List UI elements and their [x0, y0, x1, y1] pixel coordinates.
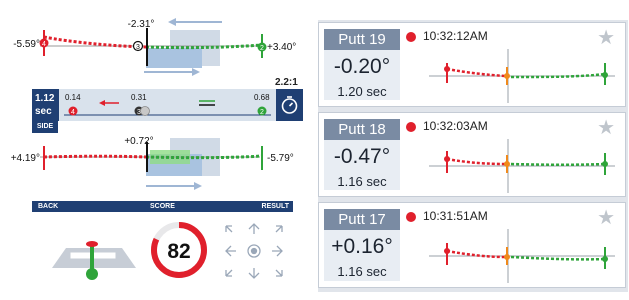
timeline-track: 0.14 0.31 0.68 4 3 2 — [64, 93, 271, 116]
record-dot-icon — [406, 212, 416, 222]
putt-summary: Putt 18 -0.47° 1.16 sec — [324, 119, 400, 190]
arrow-down-icon[interactable] — [248, 268, 260, 279]
record-dot-icon — [406, 122, 416, 132]
putt-angle: -0.20° — [333, 55, 391, 78]
side-right-angle: -5.79° — [267, 153, 294, 164]
result-button[interactable]: RESULT — [262, 201, 289, 212]
putt-card[interactable]: Putt 17 +0.16° 1.16 sec 10:31:51AM ★ — [318, 202, 626, 288]
putt-title: Putt 19 — [324, 29, 400, 50]
putt-duration: 1.16 sec — [337, 264, 387, 279]
putt-summary: Putt 19 -0.20° 1.20 sec — [324, 29, 400, 100]
timeline-bar[interactable]: 1.12 sec 0.14 0.31 0.68 4 3 2 — [32, 89, 303, 121]
view-direction-pad — [225, 223, 283, 279]
putter-grip-shape — [86, 241, 98, 247]
tempo-ratio: 2.2:1 — [275, 77, 298, 88]
record-dot-icon — [406, 32, 416, 42]
putt-title: Putt 18 — [324, 119, 400, 140]
timeline-mark-left: 0.14 — [65, 93, 81, 102]
putt-stroke-chart — [429, 229, 615, 283]
arrow-right-icon[interactable] — [272, 245, 283, 257]
putt-timestamp: 10:31:51AM — [423, 209, 488, 223]
result-nav-bar: BACK SCORE RESULT — [32, 201, 293, 212]
putt-angle: +0.16° — [331, 235, 393, 258]
marker-2-label: 2 — [260, 45, 264, 52]
back-arrow-head-icon — [192, 68, 200, 76]
side-arrow-head-icon — [194, 182, 202, 190]
backstroke-zone — [146, 48, 202, 68]
putt-stroke-chart — [429, 49, 615, 103]
putt-angle: -0.47° — [333, 145, 391, 168]
arrow-left-icon[interactable] — [225, 245, 236, 257]
stroke-time-box: 1.12 sec — [32, 89, 59, 121]
putt-timestamp: 10:32:03AM — [423, 119, 488, 133]
top-left-angle: -5.59° — [13, 39, 40, 50]
putt-duration: 1.20 sec — [337, 84, 387, 99]
rotate-up-right-icon[interactable] — [275, 225, 283, 233]
score-value: 82 — [167, 240, 190, 263]
score-tab[interactable]: SCORE — [150, 201, 175, 212]
timeline-marker-4-label: 4 — [71, 109, 75, 116]
putter-ball-icon — [86, 268, 98, 280]
favorite-star-icon[interactable]: ★ — [597, 205, 615, 230]
top-right-angle: +3.40° — [267, 42, 296, 53]
side-backstroke-trace-red — [43, 154, 147, 159]
putt-card[interactable]: Putt 19 -0.20° 1.20 sec 10:32:12AM ★ — [318, 22, 626, 107]
side-putter-path-view: +4.19° +0.72° -5.79° — [11, 136, 294, 190]
timeline-mark-right: 0.68 — [254, 93, 270, 102]
timer-button[interactable] — [276, 89, 303, 121]
putt-title: Putt 17 — [324, 209, 400, 230]
putt-summary: Putt 17 +0.16° 1.16 sec — [324, 209, 400, 281]
arrow-up-icon[interactable] — [248, 223, 260, 234]
rotate-down-right-icon[interactable] — [275, 269, 283, 277]
putt-card[interactable]: Putt 18 -0.47° 1.16 sec 10:32:03AM ★ — [318, 112, 626, 197]
favorite-star-icon[interactable]: ★ — [597, 115, 615, 140]
top-center-angle: -2.31° — [128, 19, 155, 30]
score-gauge: 82 — [151, 222, 207, 278]
timeline-mark-center: 0.31 — [131, 93, 147, 102]
side-center-angle: +0.72° — [124, 136, 153, 147]
putt-duration: 1.16 sec — [337, 174, 387, 189]
timeline-playhead-icon[interactable] — [140, 106, 150, 116]
putting-analysis-app: 4 3 2 -5.59° -2.31° +3.40° 2.2:1 1.12 se… — [0, 0, 629, 300]
marker-3-label: 3 — [136, 44, 140, 51]
timeline-marker-2-label: 2 — [260, 109, 264, 116]
backswing-arrow-head-icon — [99, 100, 105, 106]
forward-arrow-head-icon — [168, 18, 176, 26]
favorite-star-icon[interactable]: ★ — [597, 25, 615, 50]
stroke-time-unit: sec — [35, 106, 52, 117]
side-left-angle: +4.19° — [11, 153, 40, 164]
stopwatch-icon — [281, 96, 298, 114]
back-button[interactable]: BACK — [38, 201, 58, 212]
marker-4-label: 4 — [42, 41, 46, 48]
top-putter-path-view: 4 3 2 -5.59° -2.31° +3.40° — [13, 18, 296, 76]
putt-stroke-chart — [429, 139, 615, 193]
putt-timestamp: 10:32:12AM — [423, 29, 488, 43]
rotate-down-left-icon[interactable] — [225, 269, 233, 277]
putter-illustration — [52, 241, 136, 280]
stroke-time-value: 1.12 — [35, 93, 55, 104]
rotate-up-left-icon[interactable] — [225, 225, 233, 233]
